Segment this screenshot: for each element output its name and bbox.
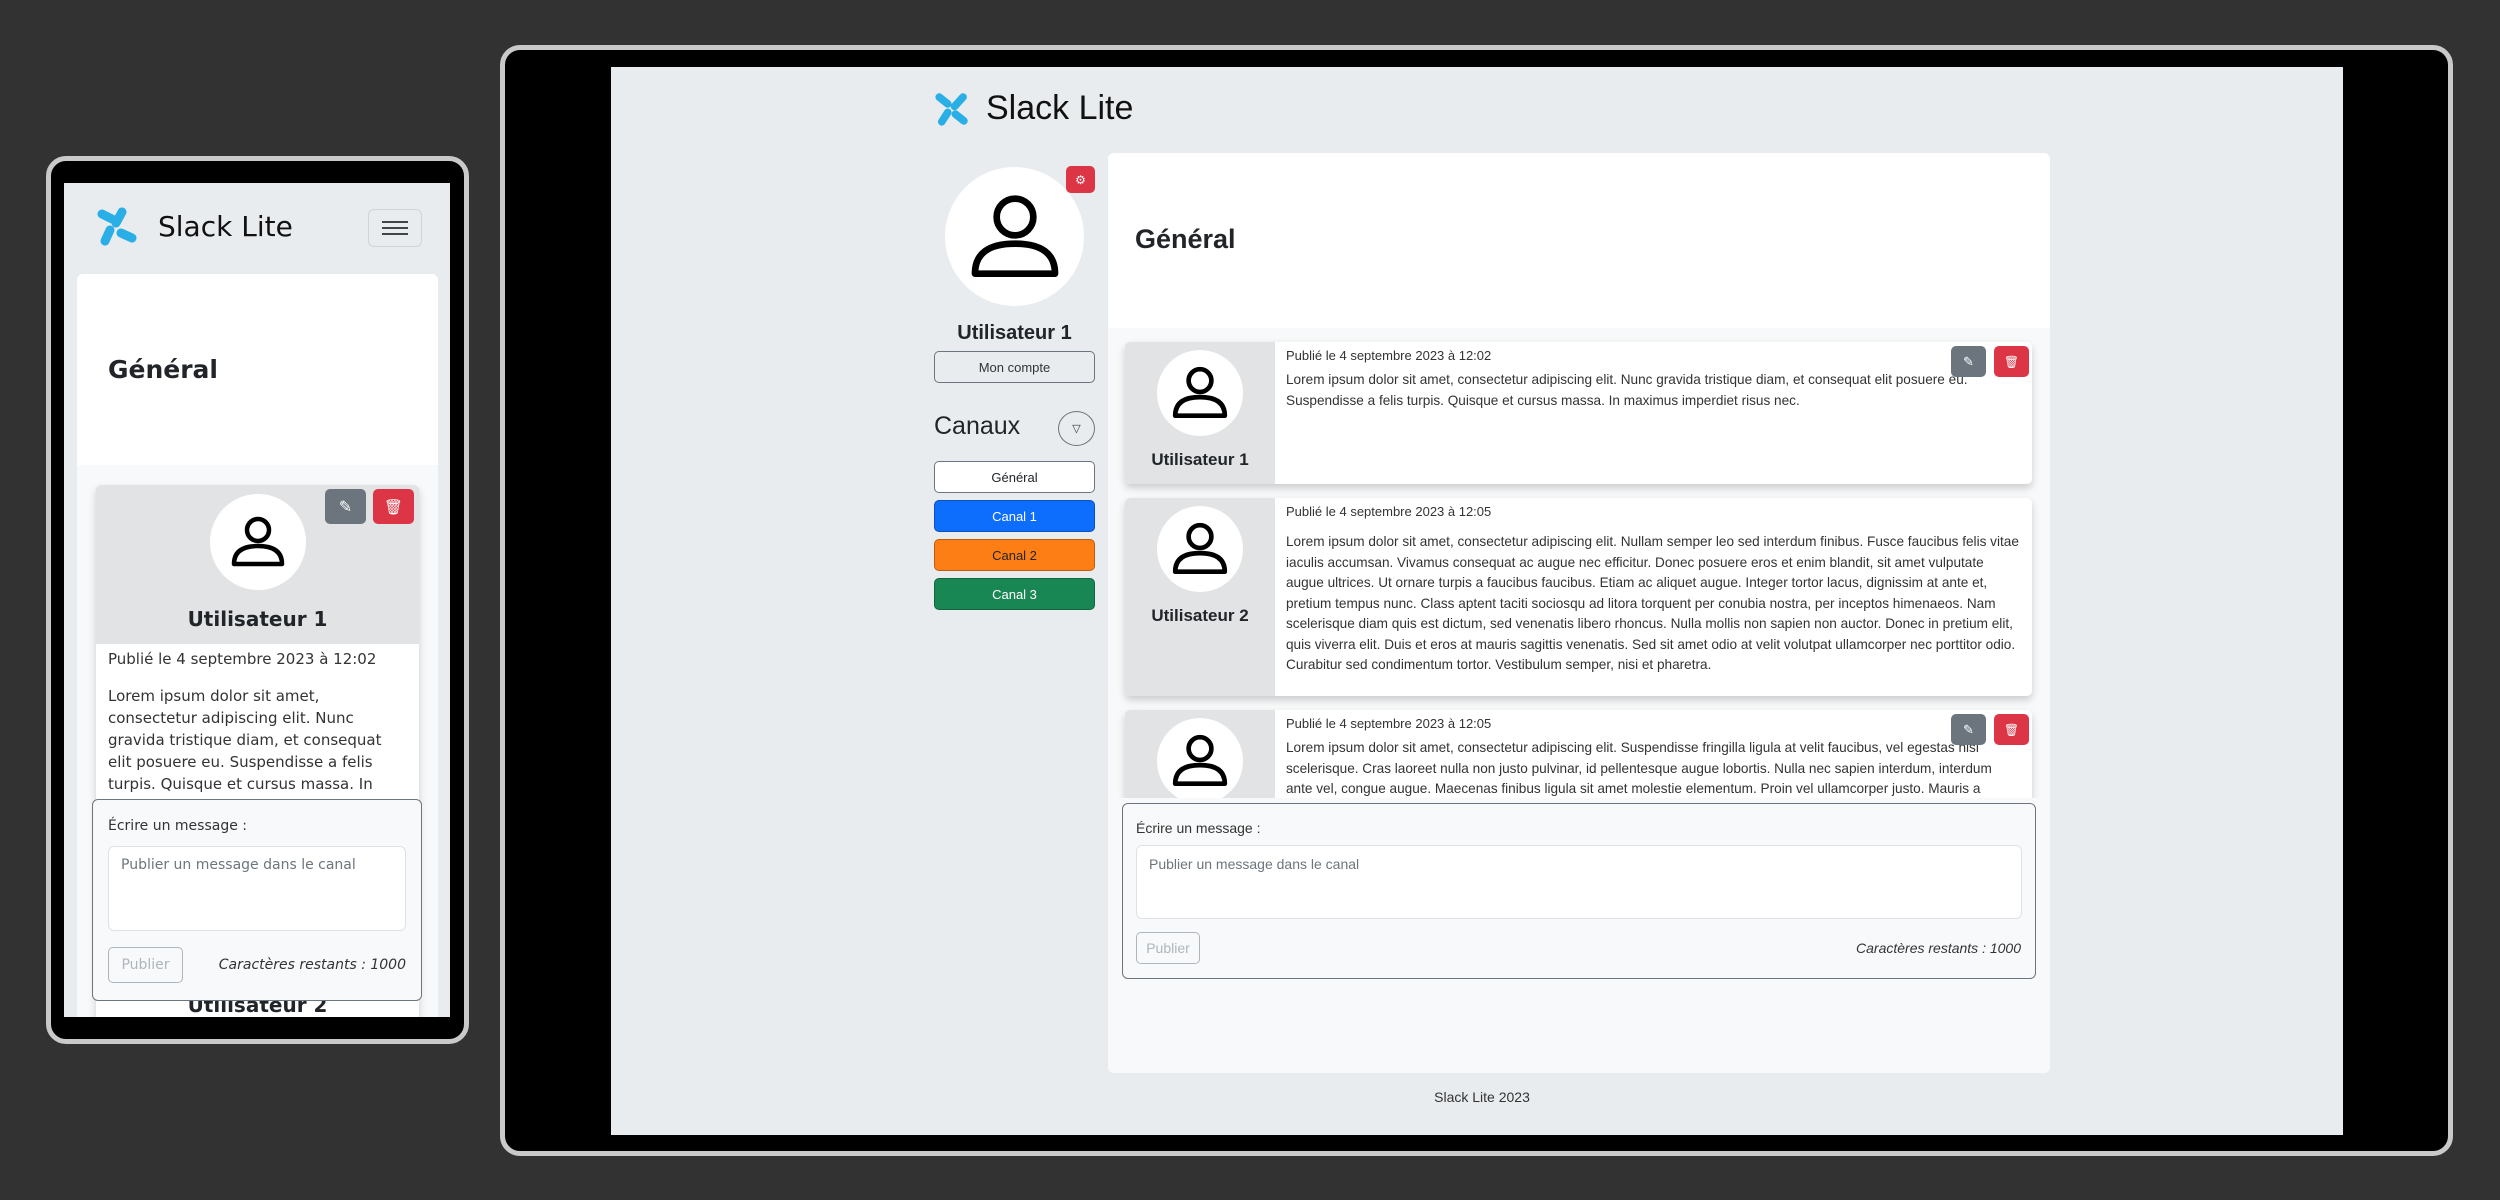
publish-button[interactable]: Publier xyxy=(1136,932,1200,964)
trash-icon: 🗑 xyxy=(2003,722,2020,737)
phone-screen: Slack Lite Général ✎ 🗑 Utilisateur 1 Pub… xyxy=(64,183,450,1017)
message-text: Lorem ipsum dolor sit amet, consectetur … xyxy=(1286,740,1992,796)
edit-icon: ✎ xyxy=(1963,353,1974,369)
avatar xyxy=(1157,718,1243,798)
message-author: Utilisateur 1 xyxy=(187,607,328,631)
avatar xyxy=(1157,506,1243,592)
app-title[interactable]: Slack Lite xyxy=(158,210,293,243)
message-card: Utilisateur 2 Publié le 4 septembre 2023 … xyxy=(1125,498,2032,696)
channels-title: Canaux xyxy=(934,412,1021,440)
user-name: Utilisateur 1 xyxy=(957,322,1072,344)
message-card: Utilisateur 1 Publié le 4 septembre 2023 … xyxy=(1125,342,2032,484)
message-composer: Écrire un message : Publier Caractères r… xyxy=(1122,803,2036,979)
person-icon xyxy=(971,194,1058,277)
message-composer: Écrire un message : Publier Caractères r… xyxy=(92,799,422,1001)
person-icon xyxy=(1172,522,1228,575)
user-gear-icon: ⚙ xyxy=(1075,172,1086,187)
tablet-screen: Slack Lite ⚙ Utilisateur 1 Mon compte Ca… xyxy=(611,67,2343,1135)
composer-label: Écrire un message : xyxy=(108,818,247,834)
person-icon xyxy=(1172,734,1228,787)
message-card: Utilisateur 3Publié le 4 septembre 2023 … xyxy=(1125,710,2032,798)
delete-button[interactable]: 🗑 xyxy=(1994,346,2029,377)
avatar xyxy=(1157,350,1243,436)
message-input[interactable] xyxy=(108,846,406,931)
publish-button[interactable]: Publier xyxy=(108,947,183,983)
message-input[interactable] xyxy=(1136,845,2022,919)
person-icon xyxy=(231,516,285,567)
edit-button[interactable]: ✎ xyxy=(1951,346,1986,377)
avatar xyxy=(210,494,306,590)
delete-button[interactable]: 🗑 xyxy=(373,489,414,524)
channel-button[interactable]: Général xyxy=(934,461,1095,493)
message-text: Lorem ipsum dolor sit amet, consectetur … xyxy=(1286,372,1968,408)
edit-icon: ✎ xyxy=(1963,721,1974,737)
message-date: Publié le 4 septembre 2023 à 12:05 xyxy=(1286,504,1492,519)
message-date: Publié le 4 septembre 2023 à 12:02 xyxy=(1286,348,1492,363)
remaining-chars: Caractères restants : 1000 xyxy=(218,957,406,973)
triangle-down-icon: ▽ xyxy=(1072,423,1081,435)
channel-button[interactable]: Canal 2 xyxy=(934,539,1095,571)
app-title[interactable]: Slack Lite xyxy=(986,89,1133,128)
channel-title: Général xyxy=(108,355,218,384)
message-text: Lorem ipsum dolor sit amet, consectetur … xyxy=(1286,534,2019,672)
logo-icon xyxy=(96,207,138,247)
channel-button[interactable]: Canal 1 xyxy=(934,500,1095,532)
composer-label: Écrire un message : xyxy=(1136,820,1261,836)
remaining-chars: Caractères restants : 1000 xyxy=(1856,940,2021,956)
logo-icon xyxy=(934,92,970,126)
edit-button[interactable]: ✎ xyxy=(325,489,366,524)
message-author: Utilisateur 1 xyxy=(1151,450,1249,469)
trash-icon: 🗑 xyxy=(2003,354,2020,369)
person-icon xyxy=(1172,366,1228,419)
message-author: Utilisateur 2 xyxy=(1151,606,1249,625)
delete-button[interactable]: 🗑 xyxy=(1994,714,2029,745)
edit-button[interactable]: ✎ xyxy=(1951,714,1986,745)
account-settings-button[interactable]: ⚙ xyxy=(1066,166,1095,193)
user-avatar xyxy=(945,167,1084,306)
trash-icon: 🗑 xyxy=(383,497,404,516)
message-date: Publié le 4 septembre 2023 à 12:02 xyxy=(108,650,377,668)
menu-toggle-button[interactable] xyxy=(368,209,422,247)
hamburger-icon xyxy=(382,221,408,235)
channel-list: Général Canal 1 Canal 2 Canal 3 xyxy=(934,461,1095,617)
my-account-button[interactable]: Mon compte xyxy=(934,351,1095,383)
channels-toggle-button[interactable]: ▽ xyxy=(1058,411,1095,446)
message-list: Utilisateur 1 Publié le 4 septembre 2023 … xyxy=(1108,328,2050,798)
message-text: Lorem ipsum dolor sit amet, consectetur … xyxy=(108,687,382,815)
message-date: Publié le 4 septembre 2023 à 12:05 xyxy=(1286,716,1492,731)
channel-title: Général xyxy=(1135,224,1236,254)
edit-icon: ✎ xyxy=(338,497,353,516)
channel-button[interactable]: Canal 3 xyxy=(934,578,1095,610)
footer-text: Slack Lite 2023 xyxy=(1434,1089,1530,1105)
